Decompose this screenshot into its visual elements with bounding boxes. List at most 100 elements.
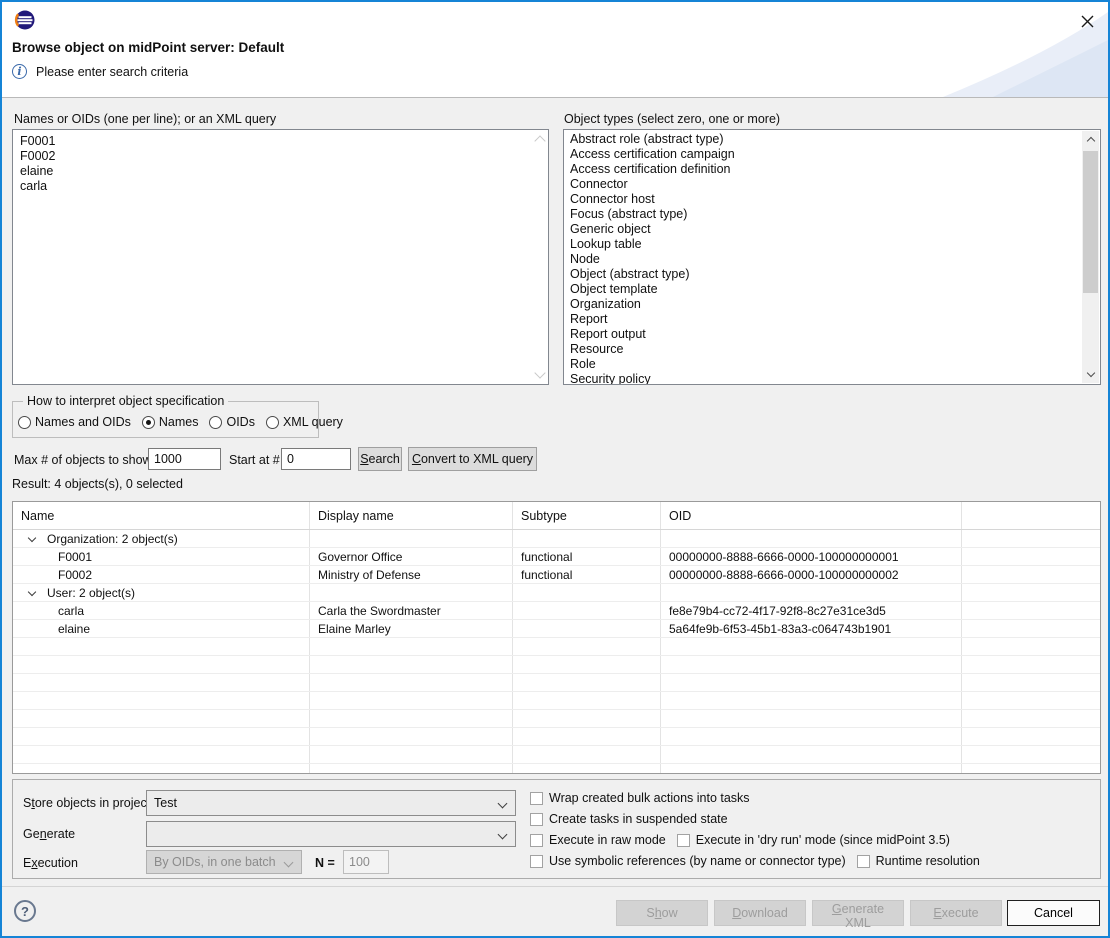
- checkbox-label: Wrap created bulk actions into tasks: [549, 791, 750, 805]
- column-header-display-name[interactable]: Display name: [310, 502, 513, 529]
- empty-row: [13, 674, 1100, 692]
- chevron-down-icon: [498, 799, 508, 809]
- radio-label: Names and OIDs: [35, 415, 131, 429]
- group-label: User: 2 object(s): [47, 586, 135, 600]
- checkbox-dry-run[interactable]: Execute in 'dry run' mode (since midPoin…: [677, 833, 950, 847]
- max-objects-label: Max # of objects to show: [14, 453, 152, 467]
- list-item[interactable]: Report output: [564, 327, 1100, 342]
- help-button[interactable]: ?: [14, 900, 36, 922]
- list-item[interactable]: Access certification campaign: [564, 147, 1100, 162]
- checkbox-box[interactable]: [530, 813, 543, 826]
- list-item[interactable]: Role: [564, 357, 1100, 372]
- group-row-organization[interactable]: Organization: 2 object(s): [13, 530, 1100, 548]
- n-field[interactable]: [343, 850, 389, 874]
- empty-row: [13, 746, 1100, 764]
- empty-row: [13, 764, 1100, 774]
- list-item[interactable]: Resource: [564, 342, 1100, 357]
- checkbox-label: Create tasks in suspended state: [549, 812, 728, 826]
- checkbox-box[interactable]: [530, 834, 543, 847]
- column-header-subtype[interactable]: Subtype: [513, 502, 661, 529]
- group-row-user[interactable]: User: 2 object(s): [13, 584, 1100, 602]
- list-item[interactable]: Object template: [564, 282, 1100, 297]
- start-at-field[interactable]: [281, 448, 351, 470]
- interpret-legend: How to interpret object specification: [23, 394, 228, 408]
- list-item[interactable]: Connector host: [564, 192, 1100, 207]
- table-header-row: Name Display name Subtype OID: [13, 502, 1100, 530]
- table-row[interactable]: carla Carla the Swordmaster fe8e79b4-cc7…: [13, 602, 1100, 620]
- checkbox-box[interactable]: [677, 834, 690, 847]
- close-button[interactable]: [1076, 10, 1098, 32]
- radio-names[interactable]: Names: [142, 415, 199, 429]
- help-icon: ?: [21, 904, 29, 919]
- radio-label: OIDs: [226, 415, 254, 429]
- list-scrollbar[interactable]: [1082, 131, 1099, 383]
- list-item[interactable]: Organization: [564, 297, 1100, 312]
- generate-xml-button[interactable]: Generate XML: [812, 900, 904, 926]
- list-item[interactable]: Abstract role (abstract type): [564, 132, 1100, 147]
- chevron-down-icon[interactable]: [28, 587, 36, 595]
- radio-oids[interactable]: OIDs: [209, 415, 254, 429]
- list-item[interactable]: Focus (abstract type): [564, 207, 1100, 222]
- show-button[interactable]: Show: [616, 900, 708, 926]
- scrollbar-thumb[interactable]: [1083, 151, 1098, 293]
- table-row[interactable]: F0001 Governor Office functional 0000000…: [13, 548, 1100, 566]
- chevron-down-icon[interactable]: [28, 533, 36, 541]
- store-project-select[interactable]: Test: [146, 790, 516, 816]
- radio-indicator[interactable]: [266, 416, 279, 429]
- execution-label: Execution: [23, 856, 78, 870]
- header-swoosh-decoration: [888, 2, 1108, 97]
- scroll-up-icon[interactable]: [1082, 131, 1099, 148]
- cancel-button[interactable]: Cancel: [1007, 900, 1100, 926]
- radio-indicator[interactable]: [18, 416, 31, 429]
- radio-indicator-checked[interactable]: [142, 416, 155, 429]
- object-types-label: Object types (select zero, one or more): [564, 112, 780, 126]
- list-item[interactable]: Report: [564, 312, 1100, 327]
- list-item[interactable]: Object (abstract type): [564, 267, 1100, 282]
- checkbox-label: Use symbolic references (by name or conn…: [549, 854, 846, 868]
- checkbox-suspended-state[interactable]: Create tasks in suspended state: [530, 812, 728, 826]
- checkbox-wrap-tasks[interactable]: Wrap created bulk actions into tasks: [530, 791, 750, 805]
- list-item[interactable]: Generic object: [564, 222, 1100, 237]
- list-item[interactable]: Access certification definition: [564, 162, 1100, 177]
- names-input[interactable]: F0001 F0002 elaine carla: [12, 129, 549, 385]
- checkbox-runtime-resolution[interactable]: Runtime resolution: [857, 854, 980, 868]
- max-objects-field[interactable]: [148, 448, 221, 470]
- column-header-oid[interactable]: OID: [661, 502, 962, 529]
- checkbox-box[interactable]: [530, 855, 543, 868]
- list-item[interactable]: Node: [564, 252, 1100, 267]
- empty-row: [13, 638, 1100, 656]
- scroll-down-icon[interactable]: [1082, 366, 1099, 383]
- convert-to-xml-button[interactable]: Convert to XML query: [408, 447, 537, 471]
- browse-object-dialog: Browse object on midPoint server: Defaul…: [0, 0, 1110, 938]
- empty-row: [13, 710, 1100, 728]
- list-item[interactable]: Security policy: [564, 372, 1100, 385]
- radio-xml-query[interactable]: XML query: [266, 415, 343, 429]
- empty-row: [13, 692, 1100, 710]
- list-item[interactable]: Lookup table: [564, 237, 1100, 252]
- execute-button[interactable]: Execute: [910, 900, 1002, 926]
- empty-row: [13, 656, 1100, 674]
- table-row[interactable]: elaine Elaine Marley 5a64fe9b-6f53-45b1-…: [13, 620, 1100, 638]
- column-header-extra[interactable]: [962, 502, 1100, 529]
- object-types-list: Abstract role (abstract type) Access cer…: [563, 129, 1101, 385]
- page-title: Browse object on midPoint server: Defaul…: [12, 40, 284, 55]
- result-status: Result: 4 objects(s), 0 selected: [12, 477, 183, 491]
- generate-select[interactable]: [146, 821, 516, 847]
- results-table: Name Display name Subtype OID Organizati…: [12, 501, 1101, 774]
- checkbox-box[interactable]: [857, 855, 870, 868]
- checkbox-symbolic-references[interactable]: Use symbolic references (by name or conn…: [530, 854, 846, 868]
- execution-select[interactable]: By OIDs, in one batch: [146, 850, 302, 874]
- checkbox-box[interactable]: [530, 792, 543, 805]
- table-row[interactable]: F0002 Ministry of Defense functional 000…: [13, 566, 1100, 584]
- radio-indicator[interactable]: [209, 416, 222, 429]
- checkbox-raw-mode[interactable]: Execute in raw mode: [530, 833, 666, 847]
- list-item[interactable]: Connector: [564, 177, 1100, 192]
- column-header-name[interactable]: Name: [13, 502, 310, 529]
- dialog-header: Browse object on midPoint server: Defaul…: [2, 2, 1108, 98]
- eclipse-icon: [14, 9, 36, 31]
- footer-separator: [2, 886, 1108, 887]
- radio-names-and-oids[interactable]: Names and OIDs: [18, 415, 131, 429]
- search-button[interactable]: Search: [358, 447, 402, 471]
- info-message: Please enter search criteria: [36, 65, 188, 79]
- download-button[interactable]: Download: [714, 900, 806, 926]
